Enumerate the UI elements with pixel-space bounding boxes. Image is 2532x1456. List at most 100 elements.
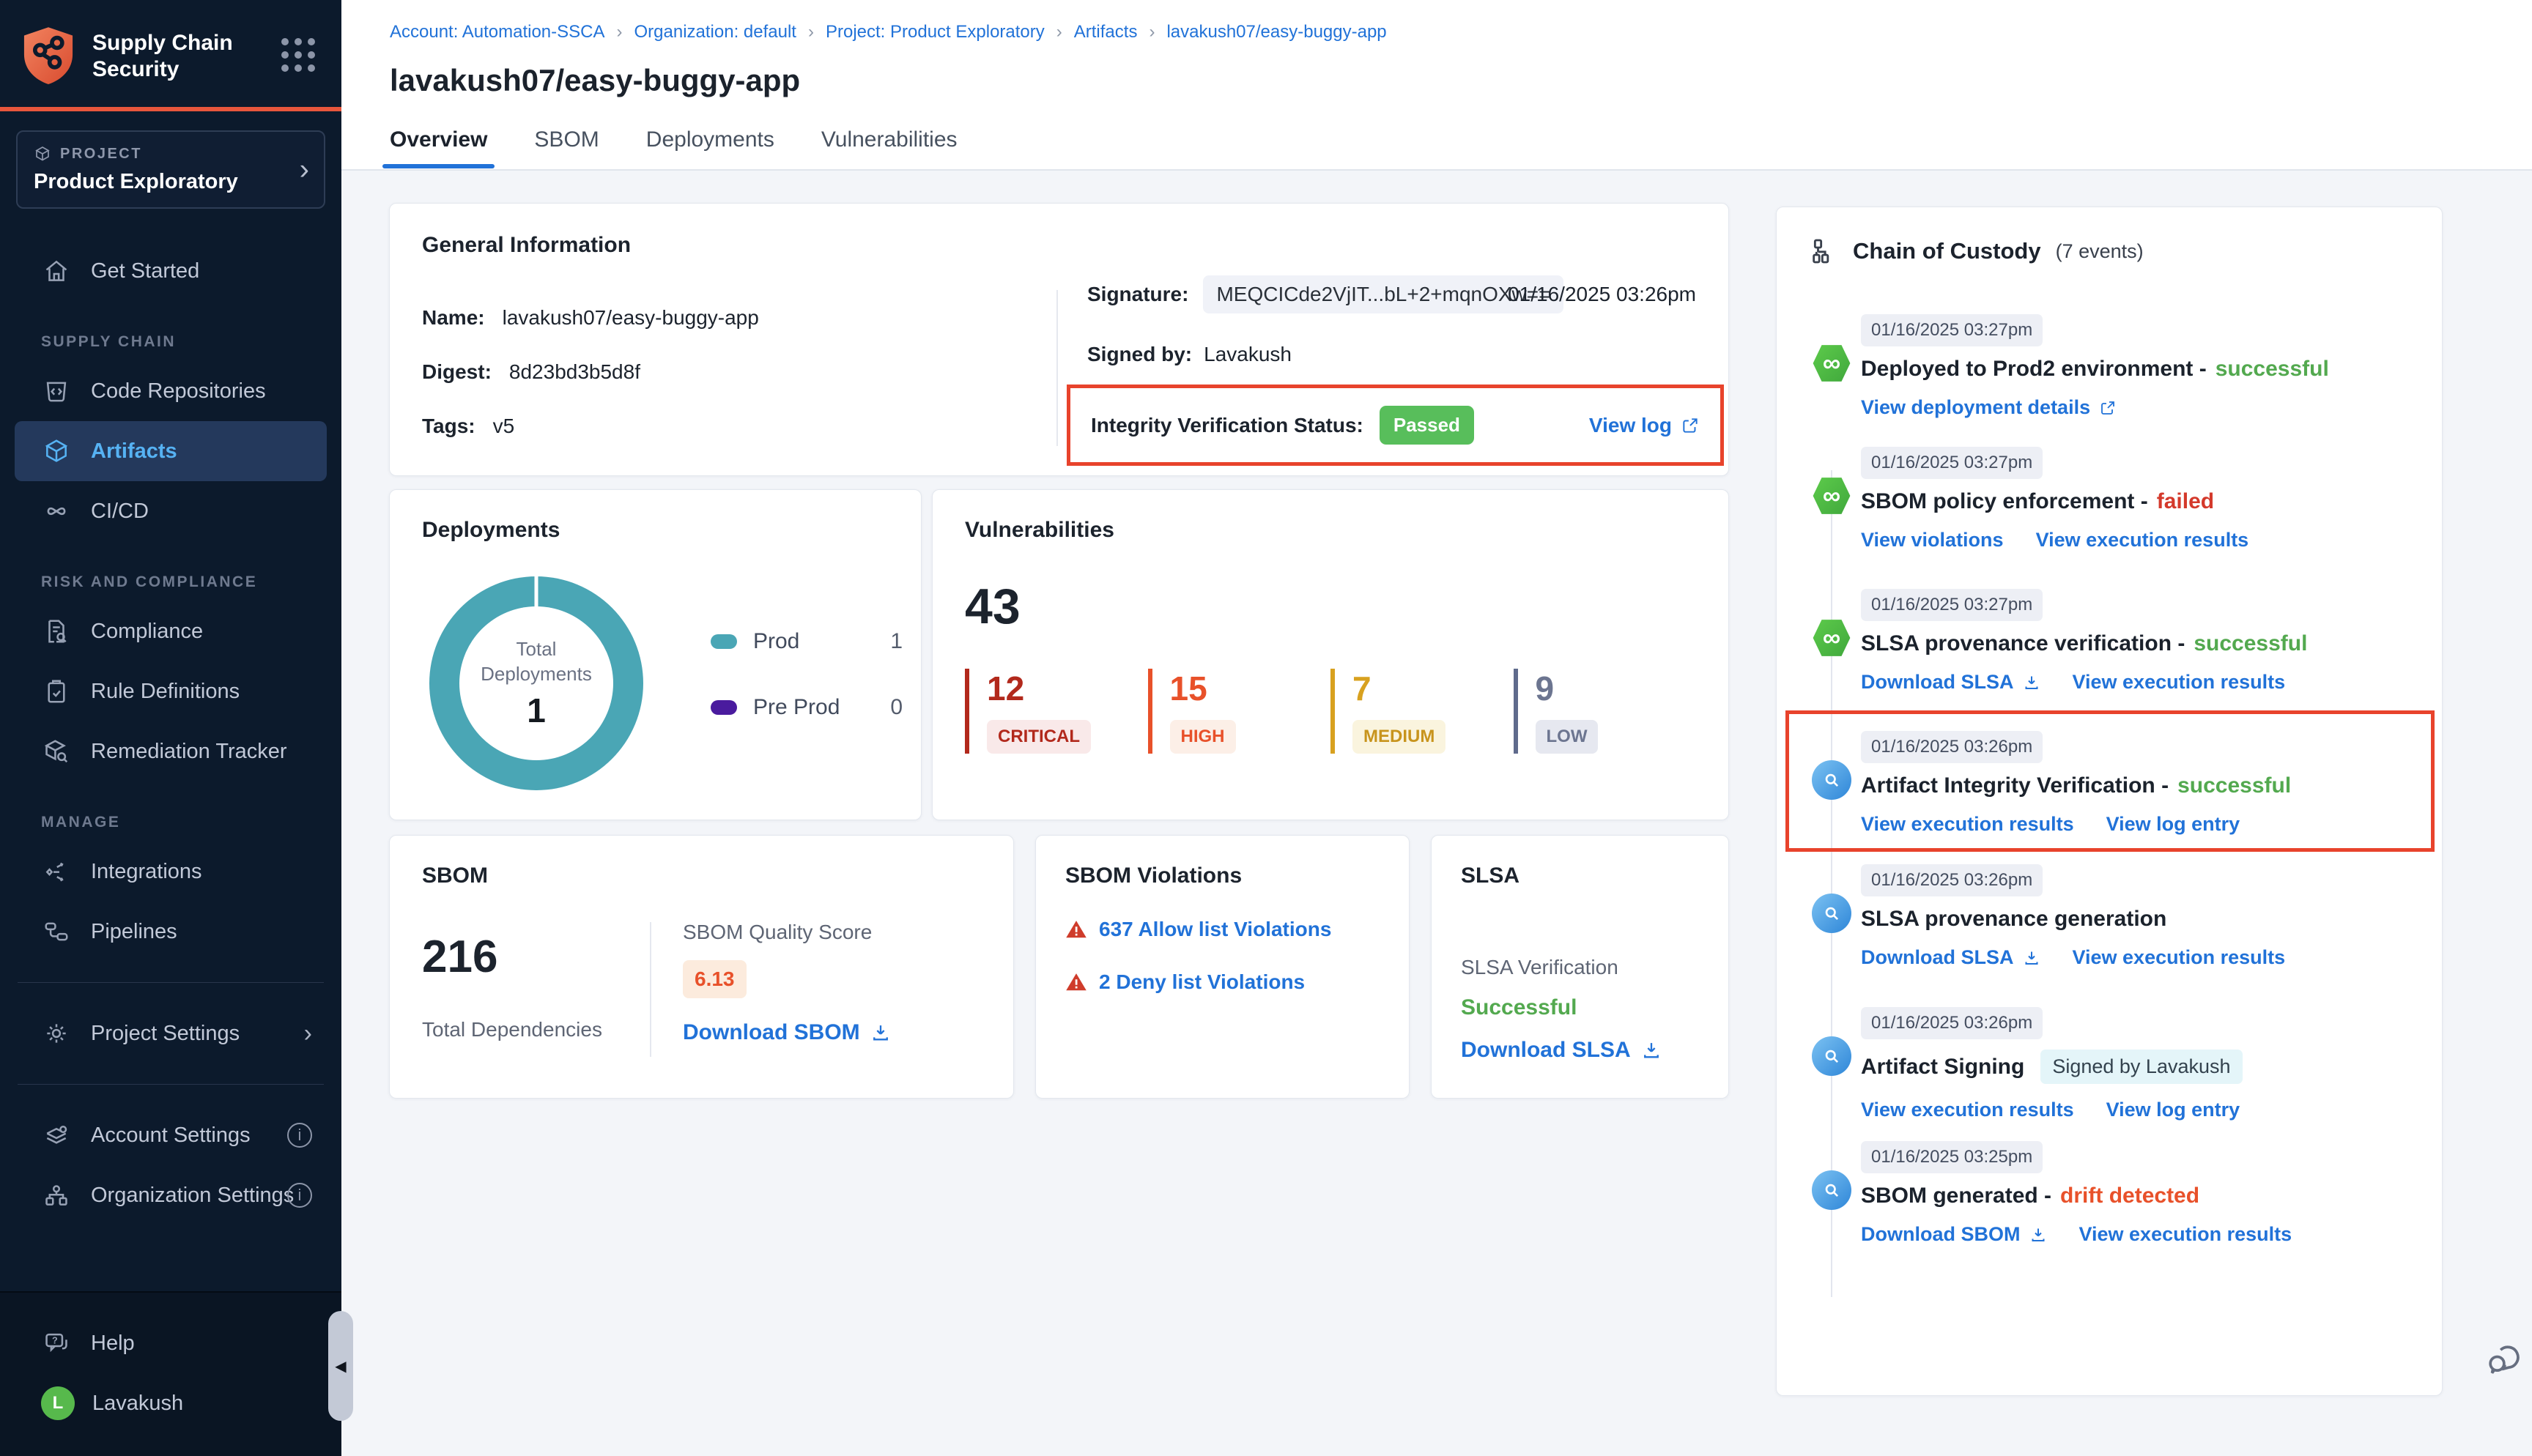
breadcrumb-project[interactable]: Project: Product Exploratory: [826, 22, 1045, 42]
help-button[interactable]: ? Help: [0, 1313, 341, 1373]
view-log-entry-link[interactable]: View log entry: [2106, 813, 2240, 836]
signature-date: 01/16/2025 03:26pm: [1508, 283, 1696, 306]
sidebar-item-rule-definitions[interactable]: Rule Definitions: [0, 661, 341, 721]
breadcrumb-current[interactable]: lavakush07/easy-buggy-app: [1166, 22, 1386, 42]
info-icon[interactable]: i: [287, 1183, 312, 1208]
scs-module-icon: [1812, 894, 1851, 933]
sidebar-item-pipelines[interactable]: Pipelines: [0, 902, 341, 962]
project-name: Product Exploratory: [34, 170, 308, 194]
tab-deployments[interactable]: Deployments: [646, 127, 774, 168]
event-title: SLSA provenance generation: [1861, 907, 2166, 932]
artifacts-box-icon: [41, 436, 72, 467]
external-link-icon: [2099, 399, 2117, 417]
event-status: successful: [2194, 631, 2307, 656]
chain-event: 01/16/2025 03:25pm SBOM generated - drif…: [1861, 1141, 2420, 1246]
section-supply-chain: SUPPLY CHAIN: [0, 333, 341, 351]
event-timestamp: 01/16/2025 03:26pm: [1861, 864, 2043, 896]
download-sbom-link[interactable]: Download SBOM: [1861, 1223, 2021, 1246]
deployments-donut-chart: Total Deployments 1: [429, 576, 643, 790]
document-search-icon: [41, 616, 72, 647]
sidebar-item-cicd[interactable]: CI/CD: [0, 481, 341, 541]
support-chat-icon[interactable]: [2484, 1339, 2525, 1380]
card-title: Vulnerabilities: [965, 518, 1696, 543]
project-selector[interactable]: PROJECT Product Exploratory ›: [16, 130, 325, 209]
sbom-violations-card: SBOM Violations 637 Allow list Violation…: [1035, 835, 1410, 1099]
info-icon[interactable]: i: [287, 1123, 312, 1148]
severity-critical: 12 CRITICAL: [965, 669, 1148, 754]
signed-by-value: Lavakush: [1204, 343, 1292, 366]
sidebar-item-compliance[interactable]: Compliance: [0, 601, 341, 661]
tab-vulnerabilities[interactable]: Vulnerabilities: [821, 127, 958, 168]
sidebar-collapse-handle[interactable]: ◀: [328, 1311, 353, 1421]
download-sbom-link[interactable]: Download SBOM: [683, 1020, 860, 1045]
chain-event: ∞ 01/16/2025 03:27pm SLSA provenance ver…: [1861, 589, 2420, 694]
sbom-card: SBOM 216 Total Dependencies SBOM Quality…: [389, 835, 1014, 1099]
view-execution-results-link[interactable]: View execution results: [2036, 529, 2249, 551]
event-title: Artifact Integrity Verification -: [1861, 773, 2169, 798]
user-menu[interactable]: L Lavakush: [0, 1373, 341, 1433]
severity-medium: 7 MEDIUM: [1330, 669, 1514, 754]
event-status: drift detected: [2060, 1184, 2199, 1208]
legend-item-prod: Prod 1: [711, 629, 903, 654]
view-execution-results-link[interactable]: View execution results: [1861, 1099, 2074, 1121]
gear-icon: [41, 1018, 72, 1049]
pipelines-icon: [41, 916, 72, 947]
status-badge-passed: Passed: [1380, 406, 1474, 445]
view-log-link[interactable]: View log: [1589, 414, 1672, 437]
event-timestamp: 01/16/2025 03:27pm: [1861, 589, 2043, 621]
sidebar-item-account-settings[interactable]: Account Settings i: [0, 1105, 341, 1165]
breadcrumb-organization[interactable]: Organization: default: [634, 22, 796, 42]
deny-list-violations-link[interactable]: 2 Deny list Violations: [1099, 970, 1305, 994]
view-execution-results-link[interactable]: View execution results: [2073, 671, 2286, 694]
event-timestamp: 01/16/2025 03:27pm: [1861, 314, 2043, 346]
download-slsa-link[interactable]: Download SLSA: [1461, 1038, 1631, 1063]
cd-module-icon: ∞: [1812, 343, 1851, 383]
breadcrumb: Account: Automation-SSCA› Organization: …: [390, 22, 2532, 42]
page-header: Account: Automation-SSCA› Organization: …: [341, 0, 2532, 171]
brand-divider: [0, 107, 341, 111]
event-title: SBOM policy enforcement -: [1861, 489, 2148, 514]
view-violations-link[interactable]: View violations: [1861, 529, 2004, 551]
download-icon: [2029, 1226, 2047, 1244]
tab-overview[interactable]: Overview: [390, 127, 487, 168]
download-slsa-link[interactable]: Download SLSA: [1861, 671, 2014, 694]
view-execution-results-link[interactable]: View execution results: [1861, 813, 2074, 836]
view-log-entry-link[interactable]: View log entry: [2106, 1099, 2240, 1121]
app-grid-icon[interactable]: [281, 38, 315, 72]
section-manage: MANAGE: [0, 814, 341, 831]
sidebar-item-remediation-tracker[interactable]: Remediation Tracker: [0, 721, 341, 781]
allow-list-violations-link[interactable]: 637 Allow list Violations: [1099, 918, 1331, 941]
integrations-icon: [41, 856, 72, 887]
card-title: SBOM Violations: [1065, 863, 1380, 888]
sidebar-item-integrations[interactable]: Integrations: [0, 842, 341, 902]
view-deployment-details-link[interactable]: View deployment details: [1861, 396, 2090, 419]
slsa-card: SLSA SLSA Verification Successful Downlo…: [1431, 835, 1729, 1099]
chevron-right-icon: ›: [304, 1019, 312, 1048]
legend-dot-preprod: [711, 700, 737, 715]
download-icon: [870, 1022, 891, 1043]
tab-bar: Overview SBOM Deployments Vulnerabilitie…: [390, 127, 2532, 168]
slsa-verification-status: Successful: [1461, 995, 1699, 1020]
event-timestamp: 01/16/2025 03:25pm: [1861, 1141, 2043, 1173]
avatar: L: [41, 1386, 75, 1420]
download-slsa-link[interactable]: Download SLSA: [1861, 946, 2014, 969]
download-icon: [2023, 674, 2040, 691]
sidebar-item-organization-settings[interactable]: Organization Settings i: [0, 1165, 341, 1225]
scs-module-icon: [1812, 1170, 1851, 1210]
view-execution-results-link[interactable]: View execution results: [2079, 1223, 2292, 1246]
breadcrumb-account[interactable]: Account: Automation-SSCA: [390, 22, 604, 42]
cd-module-icon: ∞: [1812, 476, 1851, 516]
sidebar-item-get-started[interactable]: Get Started: [0, 241, 341, 301]
sidebar-item-code-repositories[interactable]: Code Repositories: [0, 361, 341, 421]
card-title: SBOM: [422, 863, 981, 888]
warning-icon: [1065, 971, 1087, 993]
sidebar-item-artifacts[interactable]: Artifacts: [15, 421, 327, 481]
view-execution-results-link[interactable]: View execution results: [2073, 946, 2286, 969]
sidebar-item-project-settings[interactable]: Project Settings ›: [0, 1003, 341, 1063]
tab-sbom[interactable]: SBOM: [534, 127, 599, 168]
donut-center-label: Total Deployments: [478, 636, 595, 686]
breadcrumb-artifacts[interactable]: Artifacts: [1074, 22, 1138, 42]
event-status: successful: [2216, 357, 2329, 382]
deployments-card: Deployments Total Deployments 1 Prod 1 P…: [389, 489, 922, 820]
divider: [1056, 290, 1058, 446]
